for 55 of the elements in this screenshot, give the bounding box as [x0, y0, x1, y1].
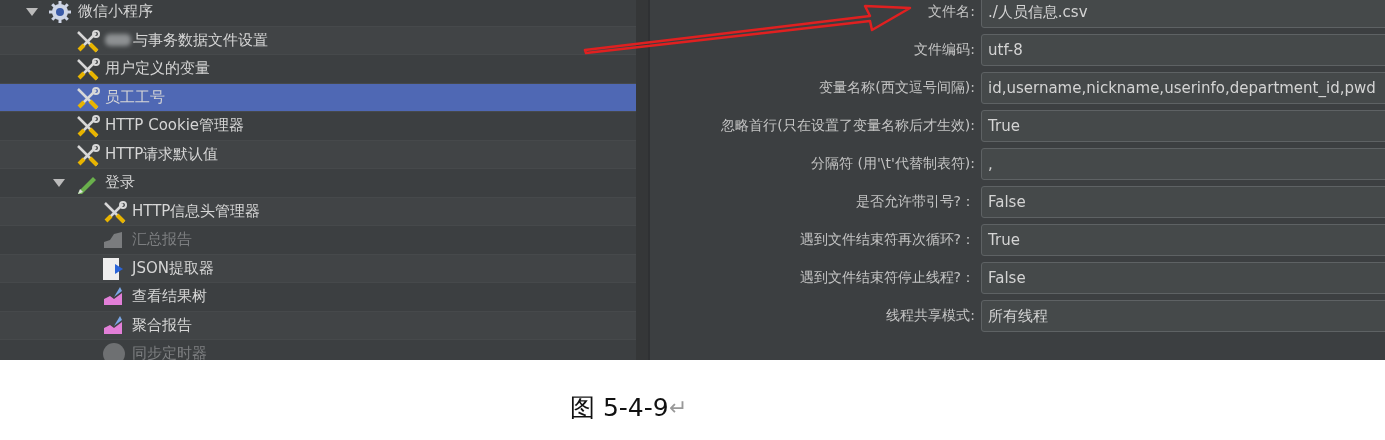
- expand-down-icon[interactable]: [53, 177, 65, 188]
- tree-label: 查看结果树: [132, 287, 207, 307]
- field-label: 遇到文件结束符再次循环?：: [798, 231, 976, 249]
- field-label: 变量名称(西文逗号间隔):: [818, 79, 976, 97]
- tree-label: 用户定义的变量: [105, 59, 210, 79]
- tools-icon: [75, 142, 101, 169]
- tree-row[interactable]: 微信小程序: [0, 0, 636, 27]
- chart-icon: [102, 285, 124, 307]
- paragraph-mark: ↵: [668, 394, 688, 420]
- input-field[interactable]: False: [981, 262, 1385, 294]
- field-label: 文件编码:: [913, 41, 976, 59]
- input-field[interactable]: 所有线程: [981, 300, 1385, 332]
- tools-icon: [75, 114, 101, 140]
- input-field[interactable]: ,: [981, 148, 1385, 180]
- tools-icon: [75, 57, 101, 83]
- field-label: 是否允许带引号?：: [854, 193, 976, 211]
- tree-row[interactable]: 用户定义的变量: [0, 55, 636, 84]
- tree-row[interactable]: 登录: [0, 169, 636, 198]
- tree-row[interactable]: 查看结果树: [0, 283, 636, 312]
- tree-row[interactable]: JSON提取器: [0, 254, 636, 283]
- tree-label: HTTP信息头管理器: [132, 201, 261, 221]
- tree-label: 微信小程序: [78, 2, 153, 22]
- field-label: 遇到文件结束符停止线程?：: [798, 269, 976, 287]
- field-label: 分隔符 (用'\t'代替制表符):: [810, 155, 976, 173]
- input-field[interactable]: True: [981, 110, 1385, 142]
- tree-label: 员工工号: [105, 87, 165, 107]
- input-field[interactable]: ./人员信息.csv: [981, 0, 1385, 28]
- tree-label: JSON提取器: [132, 258, 214, 278]
- input-field[interactable]: utf-8: [981, 34, 1385, 66]
- input-field[interactable]: True: [981, 224, 1385, 256]
- document-icon: [102, 256, 124, 281]
- figure-caption: 图 5-4-9: [570, 391, 669, 424]
- tree-row[interactable]: 聚合报告: [0, 311, 636, 340]
- field-label: 线程共享模式:: [885, 307, 976, 325]
- gear-icon: [48, 0, 72, 24]
- tree-label: 聚合报告: [132, 315, 192, 335]
- tree-label: 与事务数据文件设置: [133, 30, 268, 50]
- tree-row[interactable]: 员工工号: [0, 83, 636, 112]
- tree-row[interactable]: HTTP信息头管理器: [0, 197, 636, 226]
- expand-down-icon[interactable]: [26, 6, 38, 17]
- tree-row[interactable]: HTTP Cookie管理器: [0, 112, 636, 141]
- tree-label: 汇总报告: [132, 230, 192, 250]
- input-field[interactable]: id,username,nickname,userinfo,department_id,pwd: [981, 72, 1385, 104]
- field-label: 忽略首行(只在设置了变量名称后才生效):: [720, 117, 976, 135]
- tools-icon: [75, 85, 101, 112]
- tree-label: 登录: [105, 173, 135, 193]
- field-label: 文件名:: [927, 3, 976, 21]
- tools-icon: [102, 199, 128, 226]
- tools-icon: [75, 28, 101, 55]
- tree-label: HTTP Cookie管理器: [105, 116, 245, 136]
- input-field[interactable]: False: [981, 186, 1385, 218]
- tree-label: 同步定时器: [132, 344, 207, 360]
- tree-row[interactable]: HTTP请求默认值: [0, 140, 636, 169]
- tree-label: HTTP请求默认值: [105, 144, 219, 164]
- tree-row[interactable]: 与事务数据文件设置: [0, 26, 636, 55]
